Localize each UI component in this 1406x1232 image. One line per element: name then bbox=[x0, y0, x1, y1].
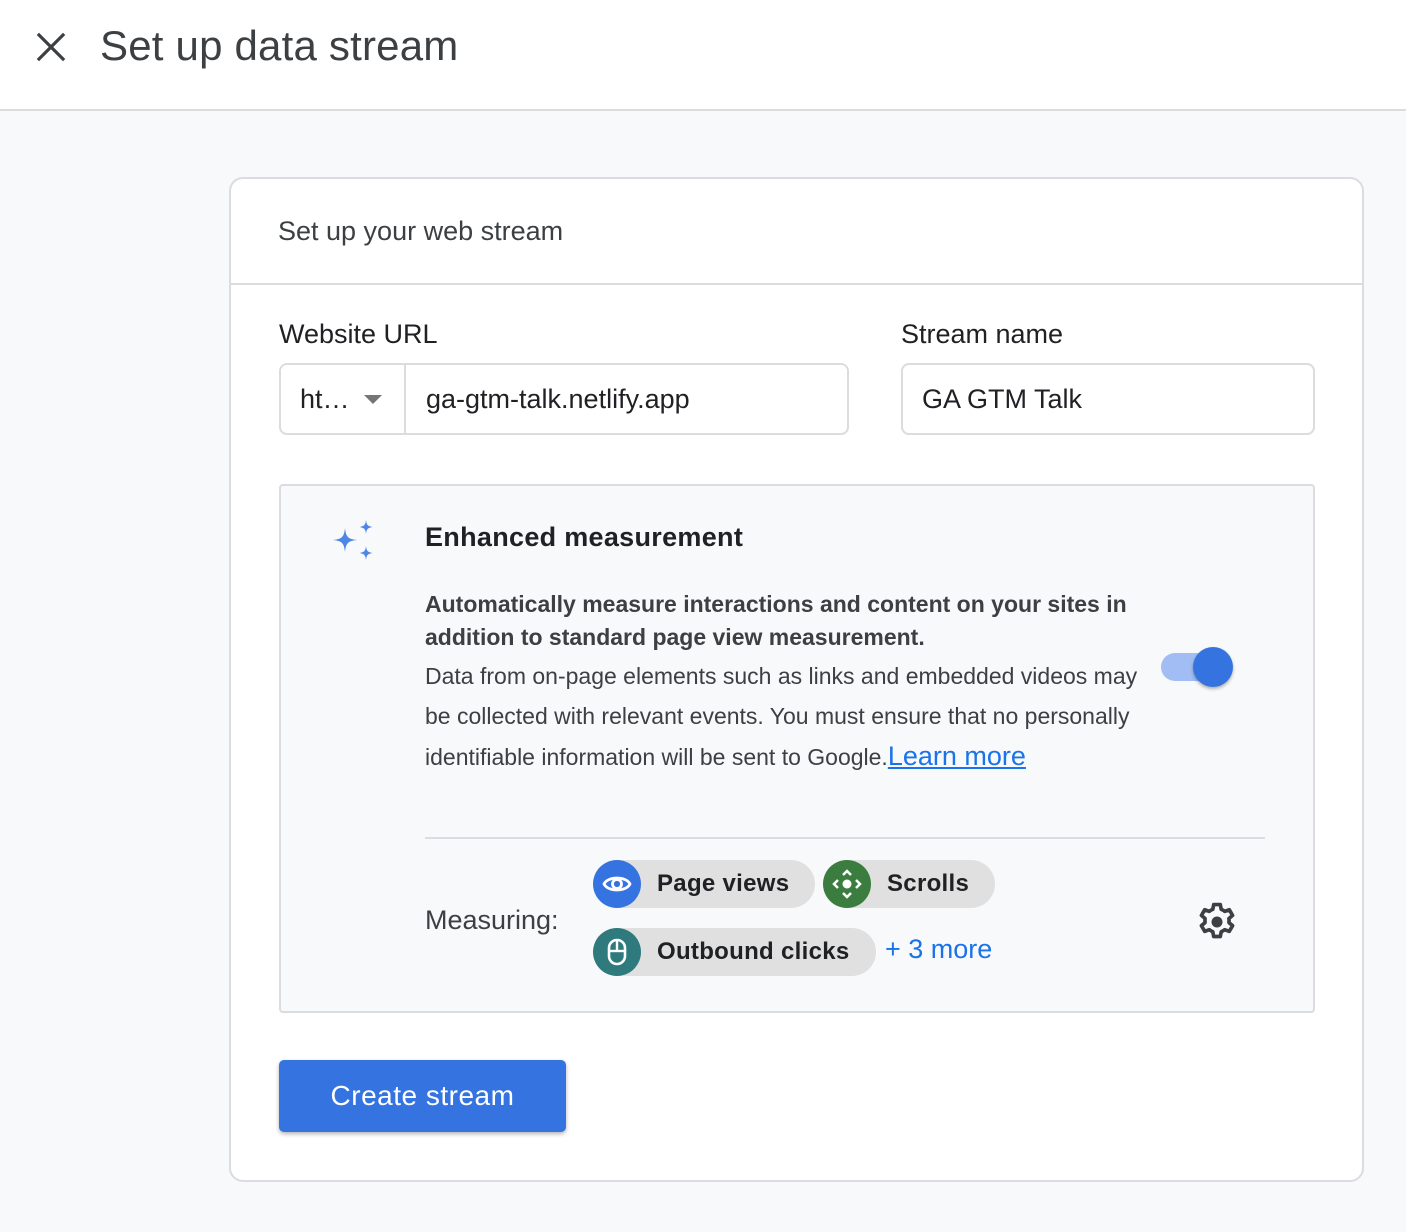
close-icon bbox=[36, 32, 66, 62]
description-bold: Automatically measure interactions and c… bbox=[425, 591, 1127, 650]
learn-more-link[interactable]: Learn more bbox=[888, 741, 1026, 771]
chip-scrolls: Scrolls bbox=[823, 860, 996, 908]
description-body: Data from on-page elements such as links… bbox=[425, 663, 1138, 770]
dropdown-caret-icon bbox=[363, 394, 382, 404]
enhanced-measurement-description: Automatically measure interactions and c… bbox=[425, 588, 1155, 777]
create-stream-button[interactable]: Create stream bbox=[279, 1060, 566, 1132]
gear-icon[interactable] bbox=[1195, 900, 1239, 944]
website-url-input[interactable] bbox=[406, 365, 847, 433]
more-events-link[interactable]: + 3 more bbox=[885, 934, 992, 965]
website-url-field: ht… bbox=[279, 363, 849, 435]
web-stream-card: Set up your web stream Website URL ht… S… bbox=[229, 177, 1364, 1182]
protocol-select[interactable]: ht… bbox=[281, 365, 406, 433]
protocol-value: ht… bbox=[300, 383, 350, 414]
enhanced-measurement-toggle[interactable] bbox=[1161, 646, 1235, 690]
measuring-label: Measuring: bbox=[425, 905, 559, 935]
website-url-label: Website URL bbox=[279, 319, 438, 349]
chip-label: Scrolls bbox=[887, 870, 970, 897]
close-button[interactable] bbox=[28, 24, 74, 70]
scroll-icon bbox=[823, 860, 871, 908]
mouse-icon bbox=[593, 928, 641, 976]
enhanced-measurement-title: Enhanced measurement bbox=[425, 522, 744, 552]
stream-name-input[interactable] bbox=[903, 365, 1313, 433]
eye-icon bbox=[593, 860, 641, 908]
enhanced-measurement-panel: Enhanced measurement Automatically measu… bbox=[279, 484, 1315, 1013]
page-title: Set up data stream bbox=[100, 22, 459, 69]
description-text: Data from on-page elements such as links… bbox=[425, 656, 1155, 777]
card-title: Set up your web stream bbox=[278, 215, 564, 246]
top-bar: Set up data stream bbox=[0, 0, 1406, 111]
chip-page-views: Page views bbox=[593, 860, 816, 908]
stream-name-field bbox=[901, 363, 1315, 435]
sparkle-icon bbox=[333, 520, 373, 560]
stream-name-label: Stream name bbox=[901, 319, 1064, 349]
toggle-thumb bbox=[1193, 647, 1233, 687]
chip-label: Page views bbox=[657, 870, 790, 897]
divider bbox=[425, 837, 1265, 839]
card-header: Set up your web stream bbox=[231, 179, 1362, 285]
chip-outbound-clicks: Outbound clicks bbox=[593, 928, 876, 976]
chip-label: Outbound clicks bbox=[657, 938, 850, 965]
